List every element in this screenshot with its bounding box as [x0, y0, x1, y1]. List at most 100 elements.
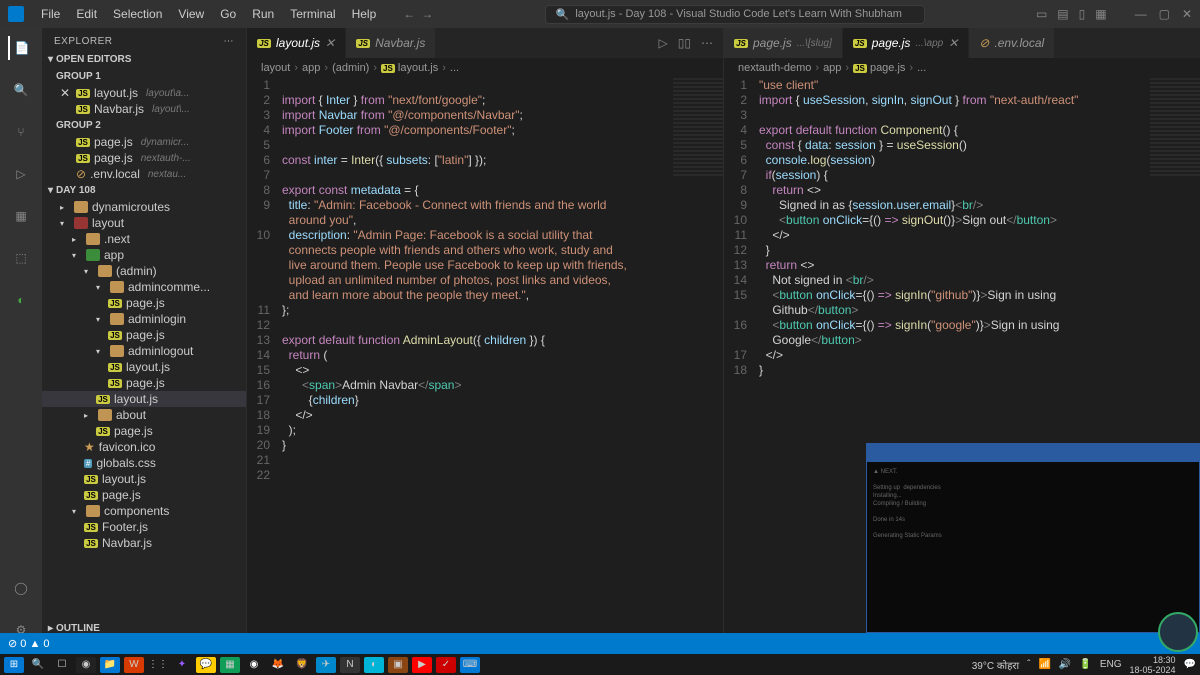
- tree-item-about[interactable]: ▸about: [42, 407, 246, 423]
- menu-file[interactable]: File: [34, 3, 67, 25]
- task-view-icon[interactable]: ☐: [52, 657, 72, 673]
- breadcrumb-1[interactable]: layout›app›(admin)›JS layout.js›...: [247, 58, 723, 78]
- tree-item-page-js[interactable]: JSpage.js: [42, 375, 246, 391]
- open-editor-item[interactable]: JSpage.jsdynamicr...: [42, 134, 246, 150]
- search-activity-icon[interactable]: 🔍: [9, 78, 33, 102]
- app-todoist-icon[interactable]: ✓: [436, 657, 456, 673]
- volume-icon[interactable]: 🔊: [1059, 659, 1071, 670]
- breadcrumb-2[interactable]: nextauth-demo›app›JS page.js›...: [724, 58, 1200, 78]
- app-spacer-1[interactable]: ⋮⋮: [148, 657, 168, 673]
- problems-status[interactable]: ⊘ 0 ▲ 0: [8, 637, 50, 650]
- webcam-overlay[interactable]: [1158, 612, 1198, 652]
- app-brave-icon[interactable]: 🦁: [292, 657, 312, 673]
- app-chat-icon[interactable]: 💬: [196, 657, 216, 673]
- tree-item-favicon-ico[interactable]: ★favicon.ico: [42, 439, 246, 455]
- remote-icon[interactable]: ⬚: [9, 246, 33, 270]
- tree-item-adminlogout[interactable]: ▾adminlogout: [42, 343, 246, 359]
- tree-item-page-js[interactable]: JSpage.js: [42, 487, 246, 503]
- floating-browser-window[interactable]: ▲ NEXT.Setting up dependenciesInstalling…: [866, 443, 1200, 633]
- menu-edit[interactable]: Edit: [69, 3, 104, 25]
- clock[interactable]: 18:3018-05-2024: [1130, 655, 1176, 675]
- open-editors-section[interactable]: ▾OPEN EDITORS: [42, 51, 246, 68]
- minimize-icon[interactable]: —: [1135, 7, 1147, 21]
- tree-item-globals-css[interactable]: #globals.css: [42, 455, 246, 471]
- app-wps-icon[interactable]: W: [124, 657, 144, 673]
- tree-item-app[interactable]: ▾app: [42, 247, 246, 263]
- menu-run[interactable]: Run: [245, 3, 281, 25]
- panel-icon[interactable]: ▤: [1057, 7, 1068, 21]
- command-center[interactable]: 🔍 layout.js - Day 108 - Visual Studio Co…: [545, 5, 925, 24]
- tree-item-page-js[interactable]: JSpage.js: [42, 295, 246, 311]
- task-search-icon[interactable]: 🔍: [28, 657, 48, 673]
- layout-icon[interactable]: ▭: [1036, 7, 1047, 21]
- extensions-icon[interactable]: ▦: [9, 204, 33, 228]
- sidebar-icon[interactable]: ▯: [1079, 7, 1086, 21]
- app-college-icon[interactable]: ▣: [388, 657, 408, 673]
- account-icon[interactable]: ◯: [9, 576, 33, 600]
- open-editor-item[interactable]: ✕JSlayout.jslayout\a...: [42, 85, 246, 101]
- menu-selection[interactable]: Selection: [106, 3, 169, 25]
- tree-item-layout[interactable]: ▾layout: [42, 215, 246, 231]
- maximize-icon[interactable]: ▢: [1159, 7, 1170, 21]
- more-tab-icon[interactable]: ⋯: [701, 36, 713, 50]
- app-vscode-icon[interactable]: ⌨: [460, 657, 480, 673]
- tree-item-layout-js[interactable]: JSlayout.js: [42, 391, 246, 407]
- tree-item-navbar-js[interactable]: JSNavbar.js: [42, 535, 246, 551]
- app-firefox-icon[interactable]: 🦊: [268, 657, 288, 673]
- explorer-icon[interactable]: 📄: [8, 36, 32, 60]
- menu-terminal[interactable]: Terminal: [283, 3, 342, 25]
- tray-chevron-icon[interactable]: ˆ: [1027, 659, 1030, 670]
- tree-item-components[interactable]: ▾components: [42, 503, 246, 519]
- tree-item--next[interactable]: ▸.next: [42, 231, 246, 247]
- start-icon[interactable]: ⊞: [4, 657, 24, 673]
- tree-item-adminlogin[interactable]: ▾adminlogin: [42, 311, 246, 327]
- open-editor-item[interactable]: ⊘.env.localnextau...: [42, 166, 246, 182]
- app-copilot-icon[interactable]: ✦: [172, 657, 192, 673]
- split-icon[interactable]: ▯▯: [678, 36, 691, 50]
- language-indicator[interactable]: ENG: [1100, 659, 1122, 670]
- customize-icon[interactable]: ▦: [1095, 7, 1106, 21]
- tab--env-local[interactable]: ⊘.env.local: [969, 28, 1055, 58]
- code-area-1[interactable]: 12345678910111213141516171819202122 impo…: [247, 78, 723, 654]
- close-icon[interactable]: ✕: [1182, 7, 1192, 21]
- menu-view[interactable]: View: [171, 3, 211, 25]
- battery-icon[interactable]: 🔋: [1079, 659, 1091, 670]
- tree-item-layout-js[interactable]: JSlayout.js: [42, 359, 246, 375]
- menu-help[interactable]: Help: [345, 3, 384, 25]
- tree-item-page-js[interactable]: JSpage.js: [42, 327, 246, 343]
- tree-item--admin-[interactable]: ▾(admin): [42, 263, 246, 279]
- source-control-icon[interactable]: ⑂: [9, 120, 33, 144]
- tab-page-js[interactable]: JSpage.js ...\[slug]: [724, 28, 843, 58]
- mongodb-icon[interactable]: ◐: [9, 288, 33, 312]
- app-sheets-icon[interactable]: ▦: [220, 657, 240, 673]
- minimap-1[interactable]: [673, 78, 723, 178]
- lines-1[interactable]: import { Inter } from "next/font/google"…: [282, 78, 723, 654]
- open-editor-item[interactable]: JSpage.jsnextauth-...: [42, 150, 246, 166]
- tab-Navbar-js[interactable]: JSNavbar.js: [346, 28, 436, 58]
- tab-page-js[interactable]: JSpage.js ...\app✕: [843, 28, 970, 58]
- app-youtube-icon[interactable]: ▶: [412, 657, 432, 673]
- wifi-icon[interactable]: 📶: [1038, 659, 1050, 670]
- app-notion-icon[interactable]: N: [340, 657, 360, 673]
- minimap-2[interactable]: [1150, 78, 1200, 178]
- tab-layout-js[interactable]: JSlayout.js✕: [247, 28, 346, 58]
- notifications-icon[interactable]: 💬: [1184, 659, 1196, 670]
- menu-go[interactable]: Go: [213, 3, 243, 25]
- app-waterfox-icon[interactable]: ◐: [364, 657, 384, 673]
- back-icon[interactable]: ←: [403, 7, 415, 21]
- app-telegram-icon[interactable]: ✈: [316, 657, 336, 673]
- app-chrome-icon[interactable]: ◉: [244, 657, 264, 673]
- app-explorer-icon[interactable]: 📁: [100, 657, 120, 673]
- tree-item-footer-js[interactable]: JSFooter.js: [42, 519, 246, 535]
- run-icon[interactable]: ▷: [659, 36, 668, 50]
- tree-item-admincomme---[interactable]: ▾admincomme...: [42, 279, 246, 295]
- open-editor-item[interactable]: JSNavbar.jslayout\...: [42, 101, 246, 117]
- weather-widget[interactable]: 39°C कोहरा: [972, 658, 1019, 672]
- more-icon[interactable]: ⋯: [224, 36, 235, 47]
- tree-item-page-js[interactable]: JSpage.js: [42, 423, 246, 439]
- tree-item-layout-js[interactable]: JSlayout.js: [42, 471, 246, 487]
- forward-icon[interactable]: →: [421, 7, 433, 21]
- app-obs-icon[interactable]: ◉: [76, 657, 96, 673]
- project-section[interactable]: ▾DAY 108: [42, 182, 246, 199]
- tree-item-dynamicroutes[interactable]: ▸dynamicroutes: [42, 199, 246, 215]
